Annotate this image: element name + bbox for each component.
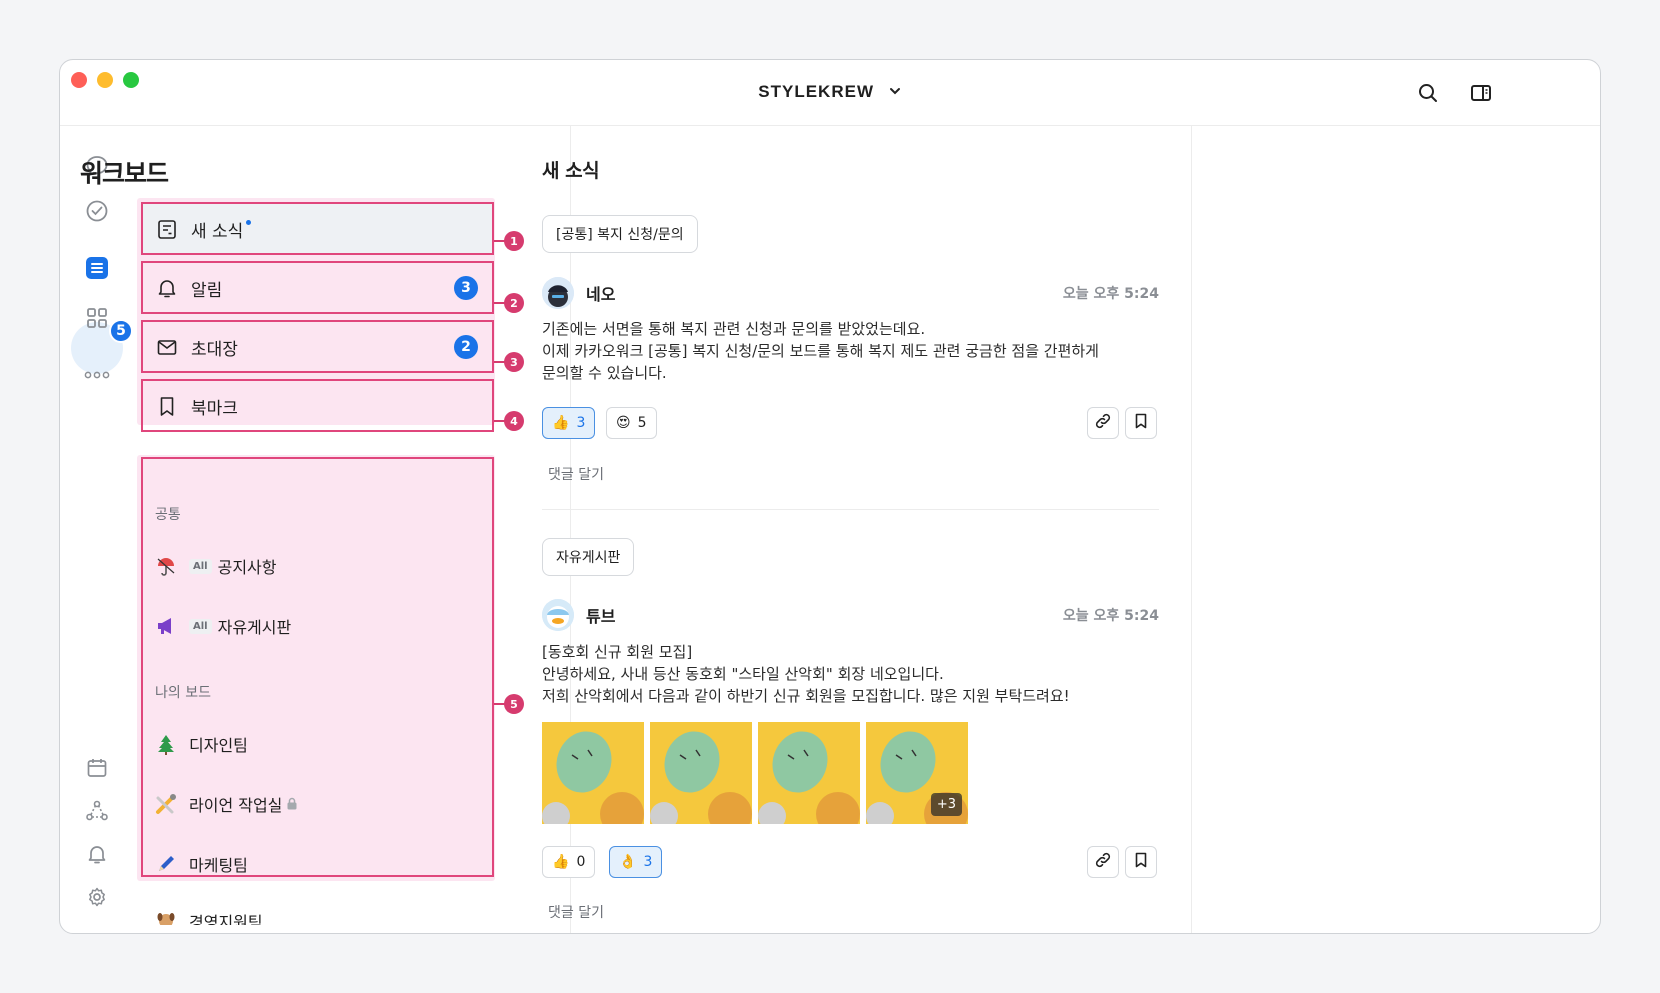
all-tag: All bbox=[189, 558, 212, 574]
workboard-badge: 5 bbox=[109, 319, 133, 343]
board-free[interactable]: All 자유게시판 bbox=[155, 611, 291, 641]
pencil-icon bbox=[155, 853, 177, 875]
link-icon bbox=[1093, 850, 1113, 874]
board-design[interactable]: 디자인팀 bbox=[155, 729, 248, 759]
highlight-box-3 bbox=[141, 320, 494, 373]
post-board-chip[interactable]: [공통] 복지 신청/문의 bbox=[542, 215, 698, 253]
link-icon bbox=[1093, 411, 1113, 435]
section-my-boards-label: 나의 보드 bbox=[155, 685, 211, 701]
comment-link[interactable]: 댓글 달기 bbox=[548, 902, 604, 922]
megaphone-icon bbox=[155, 615, 177, 637]
section-common-label: 공통 bbox=[155, 507, 181, 523]
author-avatar bbox=[542, 277, 574, 309]
bookmark-button[interactable] bbox=[1125, 846, 1157, 878]
bookmark-icon bbox=[1132, 851, 1150, 873]
marker-2: 2 bbox=[504, 293, 524, 313]
highlight-box-2 bbox=[141, 261, 494, 314]
bookmark-icon bbox=[1132, 412, 1150, 434]
reaction-count: 0 bbox=[576, 854, 586, 870]
marker-4: 4 bbox=[504, 411, 524, 431]
app-rail: 5 bbox=[60, 126, 134, 933]
marker-5: 5 bbox=[504, 694, 524, 714]
more-dots-icon[interactable] bbox=[83, 361, 111, 389]
workspace-switcher[interactable]: STYLEKREW bbox=[60, 82, 1600, 103]
apps-grid-icon[interactable] bbox=[83, 304, 111, 332]
lock-icon bbox=[286, 795, 298, 814]
board-marketing-label: 마케팅팀 bbox=[189, 856, 248, 875]
board-free-label: 자유게시판 bbox=[217, 618, 292, 637]
calendar-icon[interactable] bbox=[83, 754, 111, 782]
copy-link-button[interactable] bbox=[1087, 846, 1119, 878]
reaction-count: 5 bbox=[637, 415, 647, 431]
heart-eyes-emoji: 😍 bbox=[616, 415, 631, 431]
todo-check-icon[interactable] bbox=[83, 197, 111, 225]
board-notice-label: 공지사항 bbox=[217, 558, 277, 577]
more-images-count: +3 bbox=[930, 793, 962, 816]
settings-gear-icon[interactable] bbox=[83, 883, 111, 911]
reaction-count: 3 bbox=[643, 854, 653, 870]
post-body: [동호회 신규 회원 모집] 안녕하세요, 사내 등산 동호회 "스타일 산악회… bbox=[542, 643, 1070, 705]
board-lion-label: 라이언 작업실 bbox=[189, 796, 283, 815]
highlight-box-1 bbox=[141, 202, 494, 255]
reaction-button[interactable]: 👍 0 bbox=[542, 846, 596, 878]
marker-3: 3 bbox=[504, 352, 524, 372]
post-image[interactable] bbox=[758, 722, 860, 824]
author-avatar bbox=[542, 599, 574, 631]
umbrella-icon bbox=[155, 555, 177, 577]
tools-icon bbox=[155, 793, 177, 815]
reaction-count: 3 bbox=[576, 415, 586, 431]
marker-1: 1 bbox=[504, 231, 524, 251]
post-time: 오늘 오후 5:24 bbox=[1062, 286, 1159, 302]
board-notice[interactable]: All 공지사항 bbox=[155, 551, 277, 581]
reaction-button[interactable]: 👌 3 bbox=[609, 846, 663, 878]
post-body: 기존에는 서면을 통해 복지 관련 신청과 문의를 받았었는데요. 이제 카카오… bbox=[542, 320, 1099, 382]
chevron-down-icon bbox=[888, 83, 902, 103]
author-name: 네오 bbox=[586, 285, 616, 304]
comment-link[interactable]: 댓글 달기 bbox=[548, 464, 604, 484]
board-management-label: 경영지원팀 bbox=[189, 913, 263, 925]
search-icon[interactable] bbox=[1416, 81, 1440, 105]
post-board-chip[interactable]: 자유게시판 bbox=[542, 538, 635, 576]
panel-divider bbox=[1191, 126, 1192, 933]
post-author: 튜브 오늘 오후 5:24 bbox=[542, 598, 1159, 632]
board-marketing[interactable]: 마케팅팀 bbox=[155, 849, 248, 879]
post-image[interactable]: +3 bbox=[866, 722, 968, 824]
thumbs-up-emoji: 👍 bbox=[552, 854, 570, 870]
board-design-label: 디자인팀 bbox=[189, 736, 248, 755]
all-tag: All bbox=[189, 618, 212, 634]
post-time: 오늘 오후 5:24 bbox=[1062, 608, 1159, 624]
feed-title: 새 소식 bbox=[542, 160, 600, 182]
author-name: 튜브 bbox=[586, 607, 616, 626]
copy-link-button[interactable] bbox=[1087, 407, 1119, 439]
title-bar: STYLEKREW bbox=[60, 60, 1600, 126]
reaction-button[interactable]: 😍 5 bbox=[606, 407, 657, 439]
post-divider bbox=[542, 509, 1159, 510]
organization-icon[interactable] bbox=[83, 797, 111, 825]
side-panel-toggle-icon[interactable] bbox=[1469, 81, 1493, 105]
board-panel-title: 워크보드 bbox=[80, 159, 169, 188]
board-management[interactable]: 경영지원팀 bbox=[155, 909, 263, 925]
highlight-box-4 bbox=[141, 379, 494, 432]
tree-icon bbox=[155, 733, 177, 755]
bookmark-button[interactable] bbox=[1125, 407, 1157, 439]
bell-icon[interactable] bbox=[83, 840, 111, 868]
post-image[interactable] bbox=[542, 722, 644, 824]
board-lion[interactable]: 라이언 작업실 bbox=[155, 789, 298, 819]
reaction-button[interactable]: 👍 3 bbox=[542, 407, 596, 439]
dog-icon bbox=[155, 909, 177, 925]
post-image[interactable] bbox=[650, 722, 752, 824]
post-author: 네오 오늘 오후 5:24 bbox=[542, 276, 1159, 310]
thumbs-up-emoji: 👍 bbox=[552, 415, 570, 431]
workspace-name: STYLEKREW bbox=[758, 82, 874, 101]
workboard-icon[interactable] bbox=[83, 254, 111, 282]
ok-hand-emoji: 👌 bbox=[619, 854, 637, 870]
